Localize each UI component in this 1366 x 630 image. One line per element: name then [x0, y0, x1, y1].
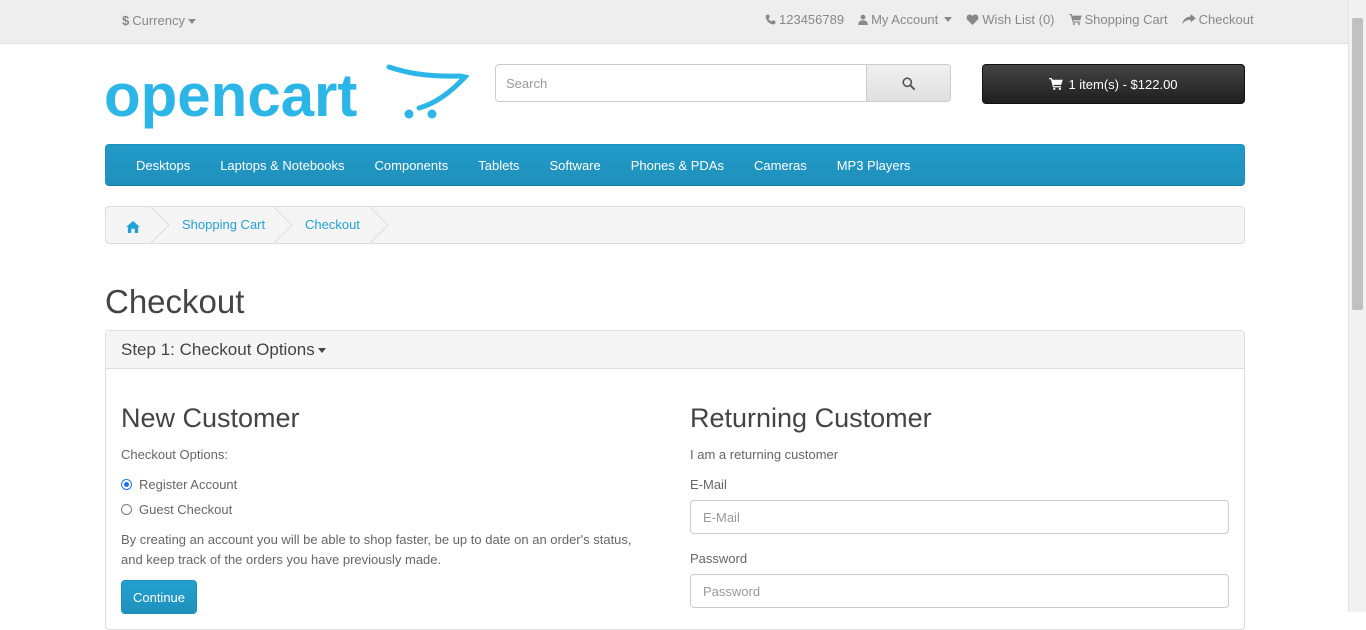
shopping-cart-link[interactable]: Shopping Cart — [1068, 12, 1168, 27]
checkout-label: Checkout — [1198, 12, 1254, 27]
menu-item-tablets[interactable]: Tablets — [463, 158, 534, 173]
breadcrumb-home[interactable] — [126, 208, 140, 244]
page-title: Checkout — [105, 283, 245, 320]
opencart-logo[interactable]: opencart — [104, 64, 469, 136]
step-1-title: Step 1: Checkout Options — [121, 340, 315, 359]
cart-button[interactable]: 1 item(s) - $122.00 — [982, 64, 1245, 104]
top-bar: $ Currency 123456789 My Account Wish List… — [0, 0, 1349, 44]
my-account-dropdown[interactable]: My Account — [858, 12, 953, 27]
top-links: 123456789 My Account Wish List (0) Shopp… — [765, 12, 1254, 27]
phone-link[interactable]: 123456789 — [765, 12, 844, 27]
checkout-options-label: Checkout Options: — [121, 447, 228, 462]
share-icon — [1181, 14, 1196, 25]
my-account-label: My Account — [871, 12, 939, 27]
breadcrumb-separator — [274, 207, 293, 243]
breadcrumb-shopping-cart[interactable]: Shopping Cart — [182, 207, 265, 243]
breadcrumb: Shopping Cart Checkout — [105, 206, 1245, 244]
currency-symbol: $ — [122, 13, 130, 28]
password-label: Password — [690, 551, 748, 566]
radio-guest-checkout-label: Guest Checkout — [139, 502, 233, 517]
menu-item-software[interactable]: Software — [534, 158, 615, 173]
chevron-down-icon — [944, 17, 953, 22]
checkout-link[interactable]: Checkout — [1181, 12, 1254, 27]
email-field[interactable] — [690, 500, 1229, 534]
new-customer-heading: New Customer — [121, 403, 300, 433]
scrollbar[interactable] — [1348, 0, 1366, 612]
wish-list-link[interactable]: Wish List (0) — [966, 12, 1055, 27]
home-icon — [126, 220, 140, 233]
password-field[interactable] — [690, 574, 1229, 608]
cart-icon — [1068, 14, 1082, 25]
continue-button[interactable]: Continue — [121, 580, 197, 614]
radio-checked-icon[interactable] — [121, 479, 132, 490]
menu-item-laptops-notebooks[interactable]: Laptops & Notebooks — [205, 158, 359, 173]
cart-total-label: 1 item(s) - $122.00 — [1068, 76, 1178, 92]
radio-register-account-label: Register Account — [139, 477, 238, 492]
menu-item-components[interactable]: Components — [360, 158, 464, 173]
main-menu: Desktops Laptops & Notebooks Components … — [105, 144, 1245, 186]
menu-item-desktops[interactable]: Desktops — [121, 158, 205, 173]
logo-text: opencart — [104, 64, 357, 129]
radio-register-account[interactable]: Register Account — [121, 477, 237, 492]
radio-guest-checkout[interactable]: Guest Checkout — [121, 502, 232, 517]
heart-icon — [966, 14, 979, 25]
email-label: E-Mail — [690, 477, 727, 492]
search-icon — [902, 76, 915, 90]
step-1-heading[interactable]: Step 1: Checkout Options — [106, 331, 1244, 369]
currency-label: Currency — [132, 13, 185, 28]
search-input[interactable] — [495, 64, 867, 102]
register-description: By creating an account you will be able … — [121, 532, 632, 567]
radio-unchecked-icon[interactable] — [121, 504, 132, 515]
menu-item-phones-pdas[interactable]: Phones & PDAs — [616, 158, 739, 173]
currency-dropdown[interactable]: $ Currency — [122, 13, 196, 28]
menu-item-mp3-players[interactable]: MP3 Players — [822, 158, 926, 173]
returning-customer-heading: Returning Customer — [690, 403, 932, 433]
breadcrumb-separator — [151, 207, 170, 243]
cart-icon — [1049, 78, 1064, 90]
shopping-cart-label: Shopping Cart — [1084, 12, 1168, 27]
chevron-down-icon — [187, 19, 196, 25]
scrollbar-thumb[interactable] — [1352, 18, 1363, 310]
breadcrumb-checkout[interactable]: Checkout — [305, 207, 360, 243]
phone-number: 123456789 — [779, 12, 845, 27]
returning-customer-subtext: I am a returning customer — [690, 447, 839, 462]
menu-item-cameras[interactable]: Cameras — [739, 158, 822, 173]
phone-icon — [765, 14, 776, 25]
user-icon — [858, 14, 868, 25]
chevron-down-icon — [317, 348, 326, 354]
wish-list-label: Wish List (0) — [982, 12, 1055, 27]
search-button[interactable] — [867, 64, 951, 102]
search-box — [495, 64, 951, 102]
breadcrumb-separator — [370, 207, 389, 243]
